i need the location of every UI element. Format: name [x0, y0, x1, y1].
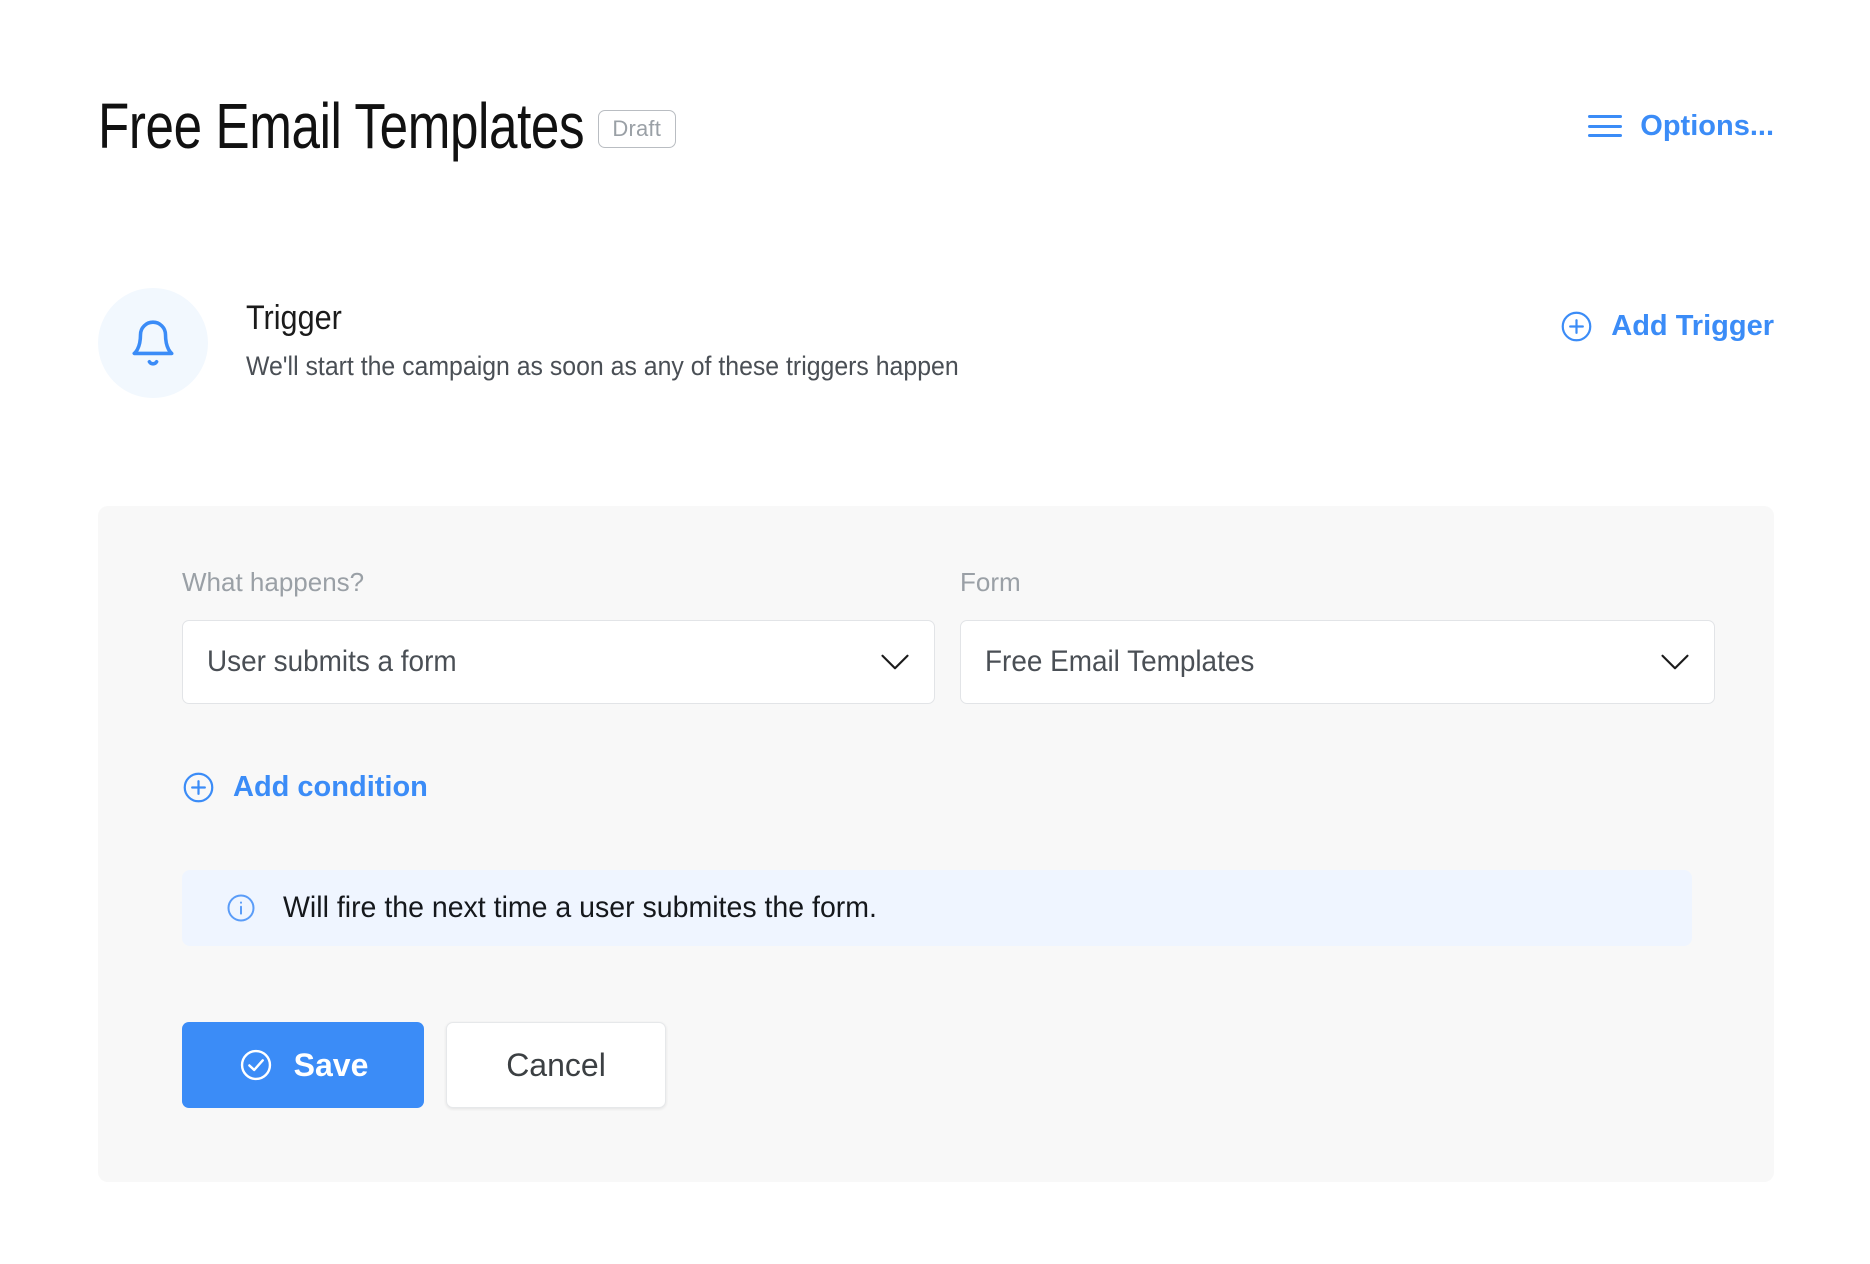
- field-what-happens: What happens? User submits a form: [182, 569, 935, 704]
- trigger-title: Trigger: [246, 299, 342, 337]
- trigger-config-panel: What happens? User submits a form Form F…: [98, 506, 1774, 1182]
- campaign-trigger-page: Free Email Templates Draft Options... Tr…: [0, 0, 1870, 1264]
- page-title: Free Email Templates: [98, 90, 585, 162]
- trigger-text-block: Trigger We'll start the campaign as soon…: [246, 288, 1021, 382]
- save-button-label: Save: [293, 1047, 369, 1083]
- add-condition-label: Add condition: [233, 771, 428, 803]
- save-button[interactable]: Save: [182, 1022, 424, 1108]
- what-happens-label: What happens?: [182, 567, 365, 597]
- info-circle-icon: [227, 894, 255, 922]
- form-select[interactable]: Free Email Templates: [960, 620, 1715, 704]
- chevron-down-icon: [1661, 654, 1689, 670]
- field-form: Form Free Email Templates: [960, 569, 1715, 704]
- page-header: Free Email Templates Draft Options...: [98, 90, 1774, 162]
- info-banner-text: Will fire the next time a user submites …: [283, 891, 877, 924]
- info-banner: Will fire the next time a user submites …: [182, 870, 1692, 946]
- bell-icon: [132, 320, 174, 366]
- options-button[interactable]: Options...: [1588, 109, 1774, 142]
- hamburger-icon: [1588, 115, 1623, 137]
- plus-circle-icon: [183, 772, 214, 803]
- trigger-avatar: [98, 288, 208, 398]
- check-circle-icon: [240, 1049, 271, 1081]
- panel-actions: Save Cancel: [182, 1022, 666, 1108]
- form-value: Free Email Templates: [985, 645, 1255, 678]
- cancel-button-label: Cancel: [506, 1047, 606, 1083]
- add-trigger-button[interactable]: Add Trigger: [1560, 288, 1774, 343]
- add-condition-button[interactable]: Add condition: [182, 771, 428, 804]
- cancel-button[interactable]: Cancel: [446, 1022, 666, 1108]
- form-label: Form: [960, 567, 1021, 597]
- fields-row: What happens? User submits a form Form F…: [182, 569, 1715, 704]
- options-button-label: Options...: [1640, 109, 1774, 142]
- what-happens-select[interactable]: User submits a form: [182, 620, 935, 704]
- add-trigger-label: Add Trigger: [1611, 310, 1774, 342]
- plus-circle-icon: [1561, 311, 1592, 342]
- trigger-section: Trigger We'll start the campaign as soon…: [98, 288, 1774, 398]
- chevron-down-icon: [881, 654, 909, 670]
- status-badge: Draft: [597, 110, 676, 148]
- title-group: Free Email Templates Draft: [98, 91, 676, 161]
- what-happens-value: User submits a form: [207, 645, 457, 678]
- trigger-subtitle: We'll start the campaign as soon as any …: [246, 351, 959, 381]
